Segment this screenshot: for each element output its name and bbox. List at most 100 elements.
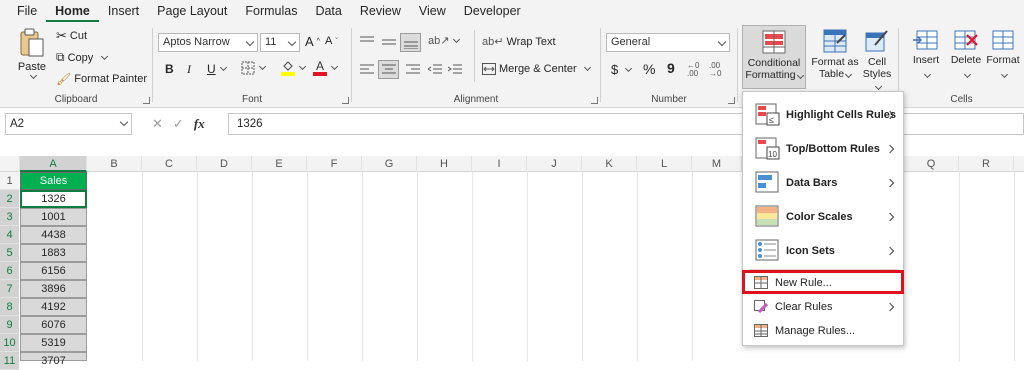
column-header-g[interactable]: G [362, 156, 417, 172]
align-center-button[interactable] [378, 60, 399, 79]
font-name-select[interactable]: Aptos Narrow [158, 33, 258, 52]
conditional-formatting-button[interactable]: Conditional Formatting [742, 25, 806, 89]
cell-a3[interactable]: 1001 [20, 208, 87, 226]
wrap-text-button[interactable]: ab↵ Wrap Text [482, 35, 556, 49]
menu-item-color-scales[interactable]: Color Scales [743, 200, 903, 234]
decrease-font-button[interactable]: Aˇ [325, 35, 338, 47]
tab-review[interactable]: Review [351, 0, 410, 22]
row-header-4[interactable]: 4 [0, 226, 19, 244]
cell-styles-button[interactable]: Cell Styles [860, 25, 894, 91]
middle-align-icon[interactable] [382, 36, 396, 48]
cancel-formula-icon[interactable]: ✕ [152, 116, 163, 132]
row-header-5[interactable]: 5 [0, 244, 19, 262]
column-header-a[interactable]: A [20, 156, 87, 172]
column-header-m[interactable]: M [692, 156, 742, 172]
column-header-i[interactable]: I [472, 156, 527, 172]
cell-a1-header[interactable]: Sales [20, 172, 87, 190]
menu-item-data-bars[interactable]: Data Bars [743, 166, 903, 200]
column-header-l[interactable]: L [637, 156, 692, 172]
top-align-icon[interactable] [360, 36, 374, 48]
clipboard-launcher-icon[interactable] [143, 97, 150, 104]
column-header-e[interactable]: E [252, 156, 307, 172]
cell-a9[interactable]: 6076 [20, 316, 87, 334]
column-header-j[interactable]: J [527, 156, 582, 172]
tab-file[interactable]: File [8, 0, 46, 22]
increase-indent-icon[interactable] [448, 64, 462, 76]
menu-item-top-bottom-rules[interactable]: 10 Top/Bottom Rules [743, 132, 903, 166]
cell-a5[interactable]: 1883 [20, 244, 87, 262]
percent-button[interactable]: % [643, 61, 655, 77]
format-cells-button[interactable]: Format [985, 25, 1021, 89]
align-right-icon[interactable] [406, 64, 420, 76]
paste-dropdown-icon[interactable] [29, 71, 37, 80]
cell-a8[interactable]: 4192 [20, 298, 87, 316]
tab-page-layout[interactable]: Page Layout [148, 0, 236, 22]
borders-button[interactable] [241, 61, 267, 75]
select-all-corner[interactable] [0, 156, 20, 172]
cell-a6[interactable]: 6156 [20, 262, 87, 280]
alignment-launcher-icon[interactable] [591, 97, 598, 104]
cut-button[interactable]: ✂ Cut [56, 28, 87, 44]
merge-center-button[interactable]: Merge & Center [482, 63, 591, 75]
format-as-table-button[interactable]: Format as Table [810, 25, 860, 89]
bottom-align-button[interactable] [400, 33, 421, 52]
column-header-f[interactable]: F [307, 156, 362, 172]
tab-formulas[interactable]: Formulas [236, 0, 306, 22]
row-header-9[interactable]: 9 [0, 316, 19, 334]
increase-font-button[interactable]: A ^ [305, 34, 320, 49]
menu-item-icon-sets[interactable]: Icon Sets [743, 234, 903, 268]
menu-item-highlight-cells-rules[interactable]: ≤ Highlight Cells Rules [743, 98, 903, 132]
format-painter-button[interactable]: 🖌 Format Painter [56, 72, 147, 86]
row-header-7[interactable]: 7 [0, 280, 19, 298]
fill-color-button[interactable] [281, 60, 307, 76]
copy-button[interactable]: ⧉ Copy [56, 50, 109, 65]
column-header-c[interactable]: C [142, 156, 197, 172]
column-header-b[interactable]: B [87, 156, 142, 172]
cell-a11[interactable]: 3707 [20, 352, 87, 367]
column-header-r[interactable]: R [959, 156, 1014, 172]
column-header-k[interactable]: K [582, 156, 637, 172]
cell-a4[interactable]: 4438 [20, 226, 87, 244]
delete-cells-button[interactable]: Delete [947, 25, 985, 89]
decrease-decimal-button[interactable]: .00 →0 [709, 62, 721, 78]
name-box[interactable]: A2 [5, 113, 132, 135]
tab-home[interactable]: Home [46, 0, 99, 22]
bold-button[interactable]: B [165, 62, 174, 76]
number-format-select[interactable]: General [606, 33, 730, 52]
align-left-icon[interactable] [360, 64, 374, 76]
copy-dropdown-icon[interactable] [101, 52, 109, 60]
font-size-select[interactable]: 11 [260, 33, 300, 52]
decrease-indent-icon[interactable] [428, 64, 442, 76]
underline-button[interactable]: U [207, 62, 227, 76]
cell-a7[interactable]: 3896 [20, 280, 87, 298]
font-launcher-icon[interactable] [342, 97, 349, 104]
cell-a10[interactable]: 5319 [20, 334, 87, 352]
row-header-6[interactable]: 6 [0, 262, 19, 280]
row-header-1[interactable]: 1 [0, 172, 19, 190]
font-color-button[interactable]: A [313, 59, 339, 76]
row-header-3[interactable]: 3 [0, 208, 19, 226]
tab-insert[interactable]: Insert [99, 0, 148, 22]
formula-input[interactable]: 1326 [228, 113, 1024, 135]
confirm-formula-icon[interactable]: ✓ [173, 116, 184, 132]
menu-item-clear-rules[interactable]: Clear Rules [743, 296, 903, 318]
row-header-8[interactable]: 8 [0, 298, 19, 316]
row-header-2[interactable]: 2 [0, 190, 19, 208]
comma-style-button[interactable]: 9 [667, 60, 675, 76]
insert-cells-button[interactable]: Insert [907, 25, 945, 89]
row-header-11[interactable]: 11 [0, 352, 19, 370]
row-header-10[interactable]: 10 [0, 334, 19, 352]
tab-view[interactable]: View [410, 0, 455, 22]
name-box-chevron-icon[interactable] [119, 117, 129, 127]
currency-button[interactable]: $ [611, 62, 633, 77]
tab-developer[interactable]: Developer [455, 0, 530, 22]
italic-button[interactable]: I [187, 62, 191, 77]
insert-function-icon[interactable]: fx [194, 116, 205, 132]
number-launcher-icon[interactable] [728, 97, 735, 104]
orientation-button[interactable]: ab↗ [428, 34, 461, 47]
tab-data[interactable]: Data [306, 0, 350, 22]
column-header-q[interactable]: Q [904, 156, 959, 172]
column-header-h[interactable]: H [417, 156, 472, 172]
increase-decimal-button[interactable]: ←0.00 [687, 62, 699, 78]
cell-a2[interactable]: 1326 [20, 190, 87, 208]
